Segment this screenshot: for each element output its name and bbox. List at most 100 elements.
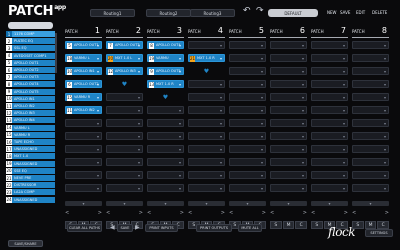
empty-slot[interactable]: ▾	[311, 54, 348, 62]
clear-button[interactable]: C	[377, 221, 390, 229]
collapse-handle[interactable]: ▾	[311, 201, 348, 206]
collapse-handle[interactable]: ▾	[65, 201, 102, 206]
chevron-down-icon[interactable]: ▾	[384, 108, 386, 113]
empty-slot[interactable]: ▾	[188, 106, 225, 114]
chevron-down-icon[interactable]: ▾	[138, 56, 140, 61]
collapse-handle[interactable]: ▾	[352, 201, 389, 206]
empty-slot[interactable]: ▾	[270, 132, 307, 140]
chevron-down-icon[interactable]: ▾	[179, 160, 181, 165]
chevron-down-icon[interactable]: ▾	[302, 160, 304, 165]
channel-item[interactable]: 1 1176 COMP	[6, 31, 55, 37]
chevron-right-icon[interactable]: >	[303, 210, 307, 216]
empty-slot[interactable]: ▾	[106, 106, 143, 114]
chevron-down-icon[interactable]: ▾	[343, 56, 345, 61]
chevron-down-icon[interactable]: ▾	[302, 147, 304, 152]
empty-slot[interactable]: ▾	[352, 41, 389, 49]
chevron-down-icon[interactable]: ▾	[179, 147, 181, 152]
channel-item[interactable]: 10 APOLLO IN1	[6, 95, 55, 102]
chevron-down-icon[interactable]: ▾	[343, 108, 345, 113]
chevron-down-icon[interactable]: ▾	[343, 160, 345, 165]
empty-slot[interactable]: ▾	[106, 119, 143, 127]
empty-slot[interactable]: ▾	[188, 119, 225, 127]
empty-slot[interactable]: ▾	[311, 171, 348, 179]
empty-slot[interactable]: ▾	[352, 54, 389, 62]
empty-slot[interactable]: ▾	[311, 93, 348, 101]
empty-slot[interactable]: ▾	[352, 184, 389, 192]
chevron-down-icon[interactable]: ▾	[261, 43, 263, 48]
empty-slot[interactable]: ▾	[352, 171, 389, 179]
chevron-down-icon[interactable]: ▾	[261, 186, 263, 191]
empty-slot[interactable]: ▾	[352, 67, 389, 75]
empty-slot[interactable]: ▾	[229, 171, 266, 179]
empty-slot[interactable]: ▾	[106, 132, 143, 140]
patch-header[interactable]: PATCH 4	[188, 26, 225, 38]
chevron-down-icon[interactable]: ▾	[138, 108, 140, 113]
chevron-down-icon[interactable]: ▾	[302, 121, 304, 126]
empty-slot[interactable]: ▾	[65, 158, 102, 166]
empty-slot[interactable]: ▾	[106, 93, 143, 101]
chevron-down-icon[interactable]: ▾	[384, 147, 386, 152]
empty-slot[interactable]: ▾	[229, 106, 266, 114]
chevron-down-icon[interactable]: ▾	[261, 147, 263, 152]
chevron-down-icon[interactable]: ▾	[261, 95, 263, 100]
collapse-handle[interactable]: ▾	[188, 201, 225, 206]
empty-slot[interactable]: ▾	[147, 145, 184, 153]
empty-slot[interactable]: ▾	[229, 93, 266, 101]
chevron-down-icon[interactable]: ▾	[384, 121, 386, 126]
patch-slot[interactable]: 6 APOLLO OUT2 ▾	[65, 80, 102, 88]
chevron-down-icon[interactable]: ▾	[384, 160, 386, 165]
patch-header[interactable]: PATCH 7	[311, 26, 348, 38]
chevron-down-icon[interactable]: ▾	[302, 43, 304, 48]
chevron-down-icon[interactable]: ▾	[138, 43, 140, 48]
chevron-down-icon[interactable]: ▾	[179, 43, 181, 48]
chevron-down-icon[interactable]: ▾	[302, 134, 304, 139]
mute-button[interactable]: M	[364, 221, 377, 229]
chevron-down-icon[interactable]: ▾	[97, 134, 99, 139]
chevron-down-icon[interactable]: ▾	[343, 134, 345, 139]
empty-slot[interactable]: ▾	[188, 93, 225, 101]
channel-item[interactable]: 4 AVEDOSET COMP1	[6, 52, 55, 59]
chevron-down-icon[interactable]: ▾	[220, 121, 222, 126]
empty-slot[interactable]: ▾	[311, 41, 348, 49]
patch-slot[interactable]: 10 APOLLO IN1 ▾	[65, 67, 102, 75]
empty-slot[interactable]: ▾	[188, 132, 225, 140]
patch-slot[interactable]: 20 MXT 1.0 L ▾	[106, 54, 143, 62]
empty-slot[interactable]: ▾	[270, 41, 307, 49]
channel-list-scrollbar[interactable]	[55, 33, 57, 73]
redo-icon[interactable]: ↷	[256, 7, 264, 16]
chevron-down-icon[interactable]: ▾	[220, 134, 222, 139]
empty-slot[interactable]: ▾	[147, 106, 184, 114]
empty-slot[interactable]: ▾	[188, 80, 225, 88]
print-inputs-button[interactable]: PRINT INPUTS	[145, 224, 178, 232]
empty-slot[interactable]: ▾	[147, 119, 184, 127]
patch-slot[interactable]: 8 APOLLO OUT4 ▾	[147, 41, 184, 49]
channel-item[interactable]: 20 SSE EQ	[6, 167, 55, 174]
chevron-down-icon[interactable]: ▾	[384, 134, 386, 139]
empty-slot[interactable]: ▾	[229, 67, 266, 75]
chevron-down-icon[interactable]: ▾	[179, 69, 181, 74]
chevron-down-icon[interactable]: ▾	[97, 56, 99, 61]
chevron-down-icon[interactable]: ▾	[384, 173, 386, 178]
chevron-down-icon[interactable]: ▾	[220, 82, 222, 87]
channel-item[interactable]: 23 LA2A COMP	[6, 189, 55, 196]
collapse-handle[interactable]: ▾	[147, 201, 184, 206]
new-button[interactable]: NEW	[327, 10, 336, 15]
clear-all-paths-button[interactable]: CLEAR ALL PATHS	[67, 224, 102, 232]
search-input[interactable]	[8, 22, 53, 29]
empty-slot[interactable]: ▾	[106, 145, 143, 153]
empty-slot[interactable]: ▾	[311, 106, 348, 114]
channel-item[interactable]: 9 APOLLO OUT5	[6, 88, 55, 95]
chevron-right-icon[interactable]: >	[180, 210, 184, 216]
channel-item[interactable]: 18 MXT 1.0	[6, 153, 55, 160]
empty-slot[interactable]: ▾	[311, 184, 348, 192]
chevron-down-icon[interactable]: ▾	[343, 121, 345, 126]
empty-slot[interactable]: ▾	[65, 132, 102, 140]
empty-slot[interactable]: ▾	[270, 119, 307, 127]
empty-slot[interactable]: ▾	[188, 41, 225, 49]
empty-slot[interactable]: ▾	[270, 67, 307, 75]
chevron-down-icon[interactable]: ▾	[138, 134, 140, 139]
channel-item[interactable]: 3 SSL EQ	[6, 45, 55, 52]
empty-slot[interactable]: ▾	[229, 145, 266, 153]
patch-slot[interactable]: 18 VARMU L ▾	[65, 54, 102, 62]
channel-item[interactable]: 24 UNASSIGNED	[6, 196, 55, 203]
